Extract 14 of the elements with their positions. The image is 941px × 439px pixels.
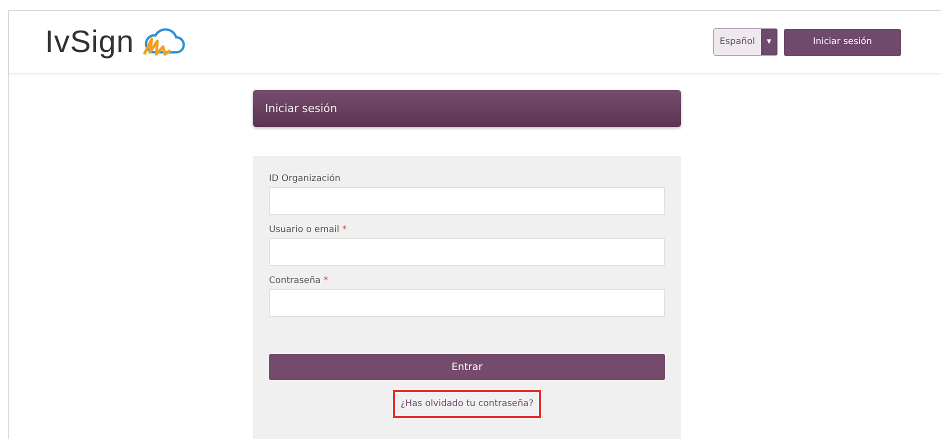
input-field[interactable]: [269, 238, 665, 266]
field-label: Contraseña *: [269, 276, 330, 286]
login-button[interactable]: Iniciar sesión: [784, 28, 901, 56]
panel-title: Iniciar sesión: [253, 90, 681, 127]
field-label: Usuario o email *: [269, 225, 348, 235]
language-select[interactable]: Español ▾: [712, 28, 778, 56]
logo-text: IvSign: [45, 24, 134, 60]
input-field[interactable]: [269, 187, 665, 215]
submit-button[interactable]: Entrar: [269, 354, 665, 380]
cloud-signature-icon: [140, 26, 186, 58]
field-label: ID Organización: [269, 174, 342, 184]
forgot-password-link[interactable]: ¿Has olvidado tu contraseña?: [392, 390, 542, 418]
input-field[interactable]: [269, 289, 665, 317]
caret-icon: ▾: [761, 29, 777, 55]
